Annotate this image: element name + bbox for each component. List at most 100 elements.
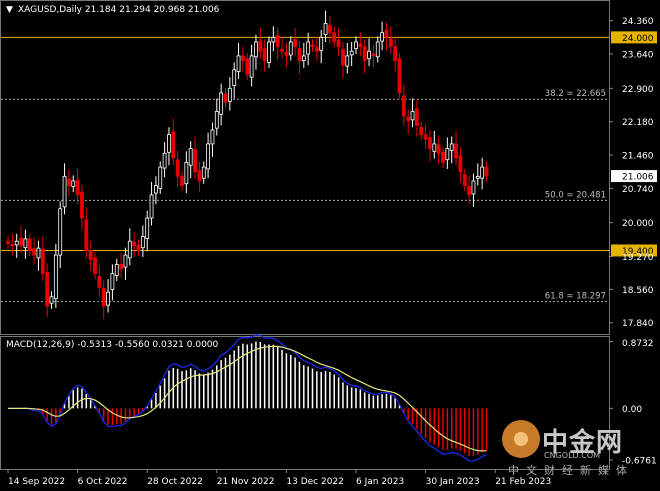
fib-label-2: 61.8 = 18.297 bbox=[545, 292, 606, 302]
candle-body-88 bbox=[388, 38, 393, 48]
candle-body-51 bbox=[227, 87, 232, 102]
candle-body-15 bbox=[71, 180, 76, 187]
candle-body-58 bbox=[258, 40, 263, 52]
candle-body-97 bbox=[428, 137, 432, 149]
candle-body-28 bbox=[127, 240, 132, 259]
candle-body-81 bbox=[358, 43, 363, 48]
candle-body-56 bbox=[249, 55, 254, 78]
x-tick-label-1: 6 Oct 2022 bbox=[78, 477, 128, 487]
candle-body-27 bbox=[123, 254, 128, 268]
candle-body-0 bbox=[6, 240, 10, 244]
candle-body-19 bbox=[88, 250, 93, 261]
candle-body-31 bbox=[140, 236, 145, 249]
candle-body-74 bbox=[327, 24, 332, 34]
y-tick-label-9: 17.840 bbox=[622, 319, 654, 329]
x-tick-label-4: 13 Dec 2022 bbox=[286, 477, 344, 487]
fib-label-1: 50.0 = 20.481 bbox=[545, 190, 606, 200]
candle-body-106 bbox=[467, 186, 472, 196]
y-tick-label-2: 22.900 bbox=[622, 85, 654, 95]
y-tick-label-3: 22.180 bbox=[622, 118, 654, 128]
candle-body-94 bbox=[414, 108, 419, 126]
macd-y-tick-label-0: 0.8732 bbox=[622, 339, 654, 349]
candle-body-82 bbox=[362, 46, 367, 61]
candle-body-108 bbox=[475, 175, 480, 179]
candle-body-41 bbox=[184, 162, 189, 185]
candle-body-73 bbox=[323, 23, 328, 35]
candle-body-72 bbox=[319, 36, 324, 51]
main-panel-frame bbox=[0, 0, 610, 335]
candle-body-43 bbox=[193, 149, 197, 173]
candle-body-109 bbox=[480, 166, 485, 179]
candle-body-86 bbox=[380, 32, 385, 42]
candle-body-70 bbox=[310, 44, 315, 48]
candle-body-75 bbox=[332, 32, 337, 43]
y-tick-label-1: 23.640 bbox=[622, 51, 654, 61]
candle-body-5 bbox=[27, 238, 32, 251]
candle-body-78 bbox=[345, 55, 350, 67]
candle-body-49 bbox=[219, 92, 224, 115]
candle-body-37 bbox=[167, 134, 171, 153]
candle-body-59 bbox=[262, 48, 267, 61]
candle-body-35 bbox=[158, 166, 163, 189]
candle-body-104 bbox=[458, 155, 463, 173]
candle-body-67 bbox=[297, 48, 302, 61]
level-label-0: 24.000 bbox=[622, 34, 654, 44]
candle-body-44 bbox=[197, 170, 202, 182]
candle-body-107 bbox=[471, 180, 476, 195]
candle-body-48 bbox=[214, 111, 219, 129]
candle-body-50 bbox=[223, 93, 228, 103]
current-price-label: 21.006 bbox=[622, 173, 654, 183]
watermark-tagline: 中文财经新媒体 bbox=[508, 464, 634, 477]
candle-body-12 bbox=[58, 208, 63, 256]
candle-body-38 bbox=[171, 131, 176, 159]
candle-body-65 bbox=[288, 41, 293, 56]
x-tick-label-5: 6 Jan 2023 bbox=[356, 477, 404, 487]
candle-body-17 bbox=[80, 191, 84, 219]
candle-body-13 bbox=[62, 175, 67, 208]
candle-body-39 bbox=[175, 159, 180, 177]
x-tick-label-3: 21 Nov 2022 bbox=[217, 477, 275, 487]
candle-body-40 bbox=[180, 175, 184, 187]
candle-body-8 bbox=[40, 248, 45, 275]
candle-body-102 bbox=[449, 143, 454, 151]
candle-body-110 bbox=[484, 166, 489, 177]
candle-body-22 bbox=[101, 288, 106, 307]
y-tick-label-5: 20.740 bbox=[622, 185, 654, 195]
y-tick-label-4: 21.460 bbox=[622, 152, 654, 162]
candle-body-30 bbox=[136, 244, 141, 251]
candle-body-16 bbox=[75, 179, 80, 196]
candle-body-34 bbox=[153, 185, 158, 194]
candle-body-91 bbox=[401, 95, 406, 117]
x-tick-label-0: 14 Sep 2022 bbox=[8, 477, 65, 487]
x-tick-label-2: 28 Oct 2022 bbox=[147, 477, 203, 487]
candle-body-2 bbox=[14, 240, 19, 246]
candle-body-100 bbox=[441, 151, 445, 163]
candle-body-66 bbox=[293, 38, 298, 48]
dropdown-arrow-icon[interactable]: ▼ bbox=[6, 5, 13, 15]
candle-body-32 bbox=[145, 217, 150, 239]
candle-body-6 bbox=[32, 248, 36, 256]
macd-y-tick-label-1: 0.00 bbox=[622, 405, 642, 415]
candle-body-99 bbox=[436, 144, 441, 154]
candle-body-52 bbox=[232, 69, 237, 86]
y-tick-label-6: 20.000 bbox=[622, 219, 654, 229]
candle-body-7 bbox=[36, 247, 41, 259]
time-axis: 14 Sep 2022 6 Oct 2022 28 Oct 2022 21 Nov 2… bbox=[7, 469, 551, 487]
fib-label-0: 38.2 = 22.665 bbox=[545, 89, 606, 99]
macd-label: MACD(12,26,9) -0.5313 -0.5560 0.0321 0.0… bbox=[6, 340, 219, 350]
candle-body-103 bbox=[454, 143, 458, 159]
watermark-domain: CNGOLD.COM bbox=[544, 451, 601, 460]
candle-body-95 bbox=[419, 126, 424, 136]
y-tick-label-7: 19.270 bbox=[622, 253, 654, 263]
candle-body-64 bbox=[284, 51, 289, 57]
candle-body-45 bbox=[201, 166, 206, 179]
candle-body-3 bbox=[19, 238, 23, 247]
candle-body-76 bbox=[336, 39, 341, 48]
candle-body-62 bbox=[275, 35, 280, 48]
candle-body-80 bbox=[354, 41, 358, 49]
candle-body-24 bbox=[110, 273, 115, 290]
y-tick-label-8: 18.560 bbox=[622, 286, 654, 296]
candle-body-23 bbox=[106, 291, 110, 306]
candle-body-98 bbox=[432, 143, 437, 152]
candle-body-92 bbox=[406, 116, 411, 122]
